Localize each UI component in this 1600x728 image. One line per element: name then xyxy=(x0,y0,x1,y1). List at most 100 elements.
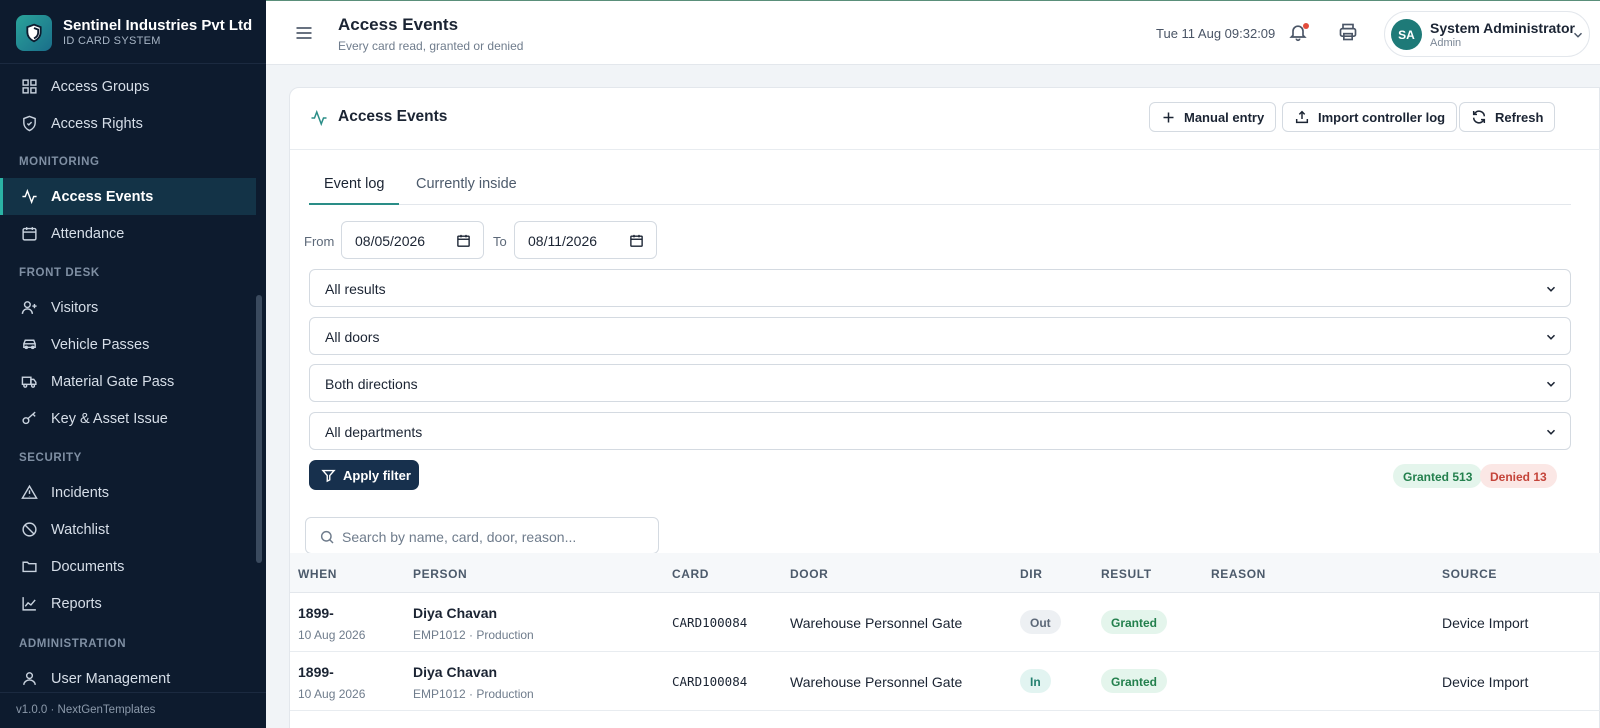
sidebar-item-label: Documents xyxy=(51,558,125,575)
import-controller-log-button[interactable]: Import controller log xyxy=(1282,102,1458,132)
col-dir[interactable]: DIR xyxy=(1020,567,1042,581)
direction-select[interactable]: Both directions xyxy=(309,364,1571,402)
card-title: Access Events xyxy=(338,108,448,125)
sidebar-item-watchlist[interactable]: Watchlist xyxy=(0,511,256,548)
table-row[interactable]: 1899- 10 Aug 2026 Diya Chavan EMP1012 · … xyxy=(290,652,1600,711)
car-icon xyxy=(20,336,38,354)
door-select[interactable]: All doors xyxy=(309,317,1571,355)
department-select[interactable]: All departments xyxy=(309,412,1571,450)
sidebar-item-label: Visitors xyxy=(51,299,99,316)
door-name: Warehouse Personnel Gate xyxy=(790,615,963,631)
clock: Tue 11 Aug 09:32:09 xyxy=(1156,26,1276,41)
tab-event-log[interactable]: Event log xyxy=(309,170,400,205)
user-menu[interactable]: SA System Administrator Admin xyxy=(1384,11,1590,57)
col-source[interactable]: SOURCE xyxy=(1442,567,1497,581)
granted-count-badge: Granted 513 xyxy=(1393,464,1483,488)
col-reason[interactable]: REASON xyxy=(1211,567,1266,581)
event-date: 10 Aug 2026 xyxy=(298,687,366,701)
hamburger-menu-icon[interactable] xyxy=(294,23,314,43)
sidebar-item-label: Incidents xyxy=(51,484,110,501)
section-front-desk: FRONT DESK xyxy=(19,267,100,279)
to-label: To xyxy=(493,234,507,249)
table-header: WHEN PERSON CARD DOOR DIR RESULT REASON … xyxy=(290,553,1600,593)
search-icon xyxy=(320,530,334,544)
tab-currently-inside[interactable]: Currently inside xyxy=(401,170,532,205)
source-text: Device Import xyxy=(1442,615,1529,631)
person-meta: EMP1012 · Production xyxy=(413,687,534,701)
calendar-icon[interactable] xyxy=(629,233,644,248)
user-role: Admin xyxy=(1430,37,1462,49)
col-when[interactable]: WHEN xyxy=(298,567,337,581)
refresh-button[interactable]: Refresh xyxy=(1459,102,1556,132)
result-badge: Granted xyxy=(1101,669,1168,693)
apply-filter-label: Apply filter xyxy=(343,467,411,483)
to-date-value: 08/11/2026 xyxy=(528,233,598,249)
calendar-icon xyxy=(20,225,38,243)
result-select[interactable]: All results xyxy=(309,269,1571,307)
page-subtitle: Every card read, granted or denied xyxy=(338,39,524,53)
shield-icon xyxy=(20,115,38,133)
apply-filter-button[interactable]: Apply filter xyxy=(309,460,419,490)
direction-badge: In xyxy=(1020,669,1051,693)
manual-entry-button[interactable]: Manual entry xyxy=(1149,102,1277,132)
result-select-value: All results xyxy=(325,281,386,297)
sidebar-item-label: Watchlist xyxy=(51,521,110,538)
ban-icon xyxy=(20,521,38,539)
from-label: From xyxy=(304,234,335,249)
chevron-down-icon xyxy=(1544,425,1558,439)
brand-subtitle: ID CARD SYSTEM xyxy=(63,35,161,47)
event-time: 1899- xyxy=(298,664,334,680)
printer-icon[interactable] xyxy=(1338,22,1360,44)
from-date-input[interactable]: 08/05/2026 xyxy=(341,221,484,259)
source-text: Device Import xyxy=(1442,674,1529,690)
sidebar-item-material-gate-pass[interactable]: Material Gate Pass xyxy=(0,363,256,400)
sidebar-item-incidents[interactable]: Incidents xyxy=(0,474,256,511)
calendar-icon[interactable] xyxy=(456,233,471,248)
section-security: SECURITY xyxy=(19,452,82,464)
upload-icon xyxy=(1295,110,1309,124)
card-number: CARD100084 xyxy=(672,674,748,689)
filter-icon xyxy=(321,469,336,482)
sidebar-item-documents[interactable]: Documents xyxy=(0,548,256,585)
person-name: Diya Chavan xyxy=(413,664,498,680)
user-plus-icon xyxy=(20,299,38,317)
sidebar-item-key-asset-issue[interactable]: Key & Asset Issue xyxy=(0,400,256,437)
brand[interactable]: Sentinel Industries Pvt Ltd ID CARD SYST… xyxy=(0,0,266,64)
sidebar-item-attendance[interactable]: Attendance xyxy=(0,215,256,252)
sidebar-item-label: Reports xyxy=(51,595,102,612)
col-card[interactable]: CARD xyxy=(672,567,709,581)
sidebar-item-vehicle-passes[interactable]: Vehicle Passes xyxy=(0,326,256,363)
shield-logo-icon xyxy=(16,15,52,51)
refresh-label: Refresh xyxy=(1495,109,1544,125)
sidebar-item-label: Access Events xyxy=(51,188,154,205)
to-date-input[interactable]: 08/11/2026 xyxy=(514,221,657,259)
table-row[interactable]: 1899- 10 Aug 2026 Diya Chavan EMP1012 · … xyxy=(290,593,1600,652)
col-result[interactable]: RESULT xyxy=(1101,567,1152,581)
access-events-card: Access Events Manual entry Import contro… xyxy=(289,87,1600,728)
sidebar-item-label: Vehicle Passes xyxy=(51,336,150,353)
col-door[interactable]: DOOR xyxy=(790,567,828,581)
sidebar-item-label: Key & Asset Issue xyxy=(51,410,168,427)
sidebar-item-label: Attendance xyxy=(51,225,125,242)
section-monitoring: MONITORING xyxy=(19,156,100,168)
sidebar-item-label: User Management xyxy=(51,670,171,687)
topbar: Access Events Every card read, granted o… xyxy=(266,0,1600,65)
chart-icon xyxy=(20,595,38,613)
tab-bar: Event log Currently inside xyxy=(309,170,1571,205)
section-administration: ADMINISTRATION xyxy=(19,638,127,650)
sidebar-scrollbar[interactable] xyxy=(256,295,262,563)
person-name: Diya Chavan xyxy=(413,605,498,621)
brand-name: Sentinel Industries Pvt Ltd xyxy=(63,17,253,34)
user-name: System Administrator xyxy=(1430,20,1575,36)
sidebar-item-label: Access Rights xyxy=(51,115,143,132)
sidebar-item-access-events[interactable]: Access Events xyxy=(0,178,256,215)
col-person[interactable]: PERSON xyxy=(413,567,467,581)
sidebar-item-access-rights[interactable]: Access Rights xyxy=(0,105,256,142)
import-label: Import controller log xyxy=(1318,109,1446,125)
plus-icon xyxy=(1163,112,1174,122)
sidebar-item-access-groups[interactable]: Access Groups xyxy=(0,68,256,105)
sidebar-item-visitors[interactable]: Visitors xyxy=(0,289,256,326)
search-input[interactable]: Search by name, card, door, reason... xyxy=(305,517,659,554)
chevron-down-icon xyxy=(1544,377,1558,391)
sidebar-item-reports[interactable]: Reports xyxy=(0,585,256,622)
